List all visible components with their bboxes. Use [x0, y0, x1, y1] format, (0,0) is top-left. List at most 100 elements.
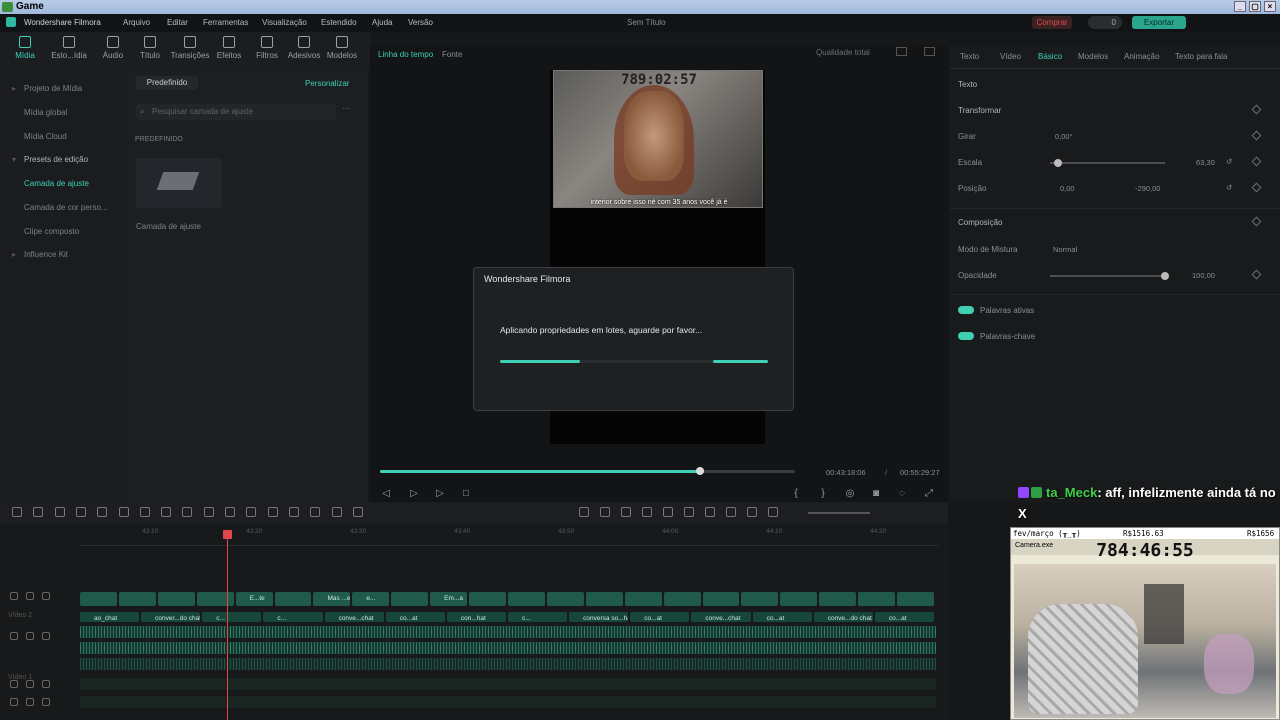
motion-icon[interactable] — [642, 507, 652, 517]
mic-icon[interactable] — [684, 507, 694, 517]
audio-waveform-track[interactable] — [80, 658, 936, 670]
hide-icon[interactable] — [42, 698, 50, 706]
mark-out-icon[interactable]: } — [817, 488, 829, 500]
timeline-clip[interactable]: c... — [508, 612, 568, 622]
subtitle-text[interactable]: interior sobre isso né com 35 anos você … — [554, 199, 764, 206]
mute-icon[interactable] — [26, 632, 34, 640]
adjustment-layer-thumb[interactable] — [136, 158, 222, 208]
render-icon[interactable] — [621, 507, 631, 517]
timeline-zoom-slider[interactable] — [808, 512, 870, 514]
export-button[interactable]: Exportar — [1132, 16, 1186, 29]
timeline-clip[interactable] — [585, 592, 623, 606]
timeline-clip[interactable]: con...hat — [446, 612, 506, 622]
nav-custom-color-layer[interactable]: Camada de cor perso... — [24, 203, 108, 212]
tab-basico[interactable]: Básico — [1038, 52, 1062, 61]
reset-icon[interactable]: ↺ — [1226, 157, 1232, 166]
empty-track[interactable] — [80, 678, 936, 690]
zoom-out-icon[interactable] — [768, 507, 778, 517]
keyframe-icon[interactable] — [1251, 156, 1262, 167]
credits-badge[interactable]: 0 — [1088, 16, 1122, 29]
menu-ajuda[interactable]: Ajuda — [372, 18, 392, 27]
stop-icon[interactable]: □ — [460, 488, 472, 500]
tab-custom[interactable]: Personalizar — [305, 79, 349, 88]
opacity-slider[interactable] — [1050, 272, 1169, 280]
timeline-clip[interactable]: e... — [352, 592, 390, 606]
quality-select[interactable]: Qualidade total — [816, 48, 870, 57]
timeline-clip[interactable]: conver...do chat — [141, 612, 201, 622]
scale-slider-handle[interactable] — [1054, 159, 1063, 167]
play-reverse-icon[interactable]: ▷ — [408, 488, 420, 500]
timeline-clip[interactable] — [80, 592, 117, 606]
nav-compound-clip[interactable]: Clipe composto — [24, 227, 79, 236]
mute-icon[interactable] — [26, 680, 34, 688]
opacity-value[interactable]: 100,00 — [1192, 271, 1215, 280]
active-words-toggle[interactable] — [958, 306, 974, 314]
tab-preset[interactable]: Predefinido — [136, 76, 198, 90]
timeline-clip[interactable]: c... — [263, 612, 323, 622]
cut-icon[interactable] — [118, 507, 129, 517]
timeline-clip[interactable] — [274, 592, 312, 606]
timeline-clip[interactable] — [858, 592, 896, 606]
split-icon[interactable] — [600, 507, 610, 517]
tool-audio[interactable]: Áudio — [92, 36, 134, 60]
undo-icon[interactable] — [54, 507, 65, 517]
crop-zoom-icon[interactable] — [331, 507, 342, 517]
section-composition[interactable]: Composição — [958, 218, 1002, 227]
more-options-icon[interactable]: ··· — [342, 104, 350, 113]
delete-icon[interactable] — [97, 507, 108, 517]
timeline-clip[interactable] — [624, 592, 662, 606]
keyframe-icon[interactable] — [1251, 104, 1262, 115]
blend-mode-select[interactable]: Normal — [1053, 245, 1077, 254]
timeline-clip[interactable]: conve...chat — [324, 612, 384, 622]
empty-track[interactable] — [80, 696, 936, 708]
previous-frame-icon[interactable]: ◁ — [380, 488, 392, 500]
tool-filters[interactable]: Filtros — [246, 36, 288, 60]
menu-versao[interactable]: Versão — [408, 18, 433, 27]
timeline-clip[interactable]: Mas ...erete — [313, 592, 351, 606]
keyframe-icon[interactable] — [225, 507, 235, 517]
scale-value[interactable]: 63,30 — [1196, 158, 1215, 167]
mute-icon[interactable] — [26, 592, 34, 600]
tab-modelos[interactable]: Modelos — [1078, 52, 1108, 61]
ai-icon[interactable] — [246, 507, 257, 517]
tab-animacao[interactable]: Animação — [1124, 52, 1160, 61]
opacity-slider-handle[interactable] — [1161, 272, 1169, 280]
lock-icon[interactable] — [10, 680, 18, 688]
nav-cloud-media[interactable]: Mídia Cloud — [24, 132, 67, 141]
tool-templates[interactable]: Modelos — [321, 36, 363, 60]
timeline-clip[interactable]: E...te — [235, 592, 273, 606]
menu-arquivo[interactable]: Arquivo — [123, 18, 150, 27]
timeline-clip[interactable]: Em...a — [430, 592, 468, 606]
timeline-clip[interactable] — [118, 592, 156, 606]
playback-scrubber[interactable] — [380, 467, 795, 475]
timeline-clip[interactable] — [780, 592, 818, 606]
timeline-clip[interactable] — [196, 592, 234, 606]
timeline-clip[interactable]: conversa so...hat do chat — [569, 612, 629, 622]
timeline-clip[interactable] — [741, 592, 779, 606]
tab-text-to-speech[interactable]: Texto para fala — [1175, 52, 1227, 61]
hide-icon[interactable] — [42, 592, 50, 600]
lock-icon[interactable] — [10, 698, 18, 706]
maximize-icon[interactable]: ▢ — [1249, 1, 1261, 12]
audio-waveform-track[interactable] — [80, 642, 936, 654]
menu-estendido[interactable]: Estendido — [321, 18, 357, 27]
audio-waveform-track[interactable] — [80, 626, 936, 638]
reset-icon[interactable]: ↺ — [1226, 183, 1232, 192]
nav-project-media[interactable]: ▸ Projeto de Mídia — [12, 84, 82, 93]
keyframe-icon[interactable] — [1251, 130, 1262, 141]
section-texto[interactable]: Texto — [958, 80, 977, 89]
scrubber-handle[interactable] — [695, 467, 704, 475]
keyframe-icon[interactable] — [1251, 182, 1262, 193]
timeline-clip[interactable] — [508, 592, 545, 606]
tool-stock-media[interactable]: Esto...ídia — [48, 36, 90, 60]
audio-meter-icon[interactable]: ◌ — [896, 488, 908, 500]
playhead[interactable] — [223, 530, 232, 720]
timeline-clip[interactable] — [157, 592, 195, 606]
layout-icon[interactable] — [12, 507, 22, 517]
shield-icon[interactable] — [663, 507, 673, 517]
text-icon[interactable] — [139, 507, 150, 517]
timeline-clip[interactable] — [663, 592, 701, 606]
replace-icon[interactable] — [726, 507, 736, 517]
timeline-clip[interactable]: c... — [202, 612, 262, 622]
nav-influence-kit[interactable]: ▸ Influence Kit — [12, 250, 68, 259]
